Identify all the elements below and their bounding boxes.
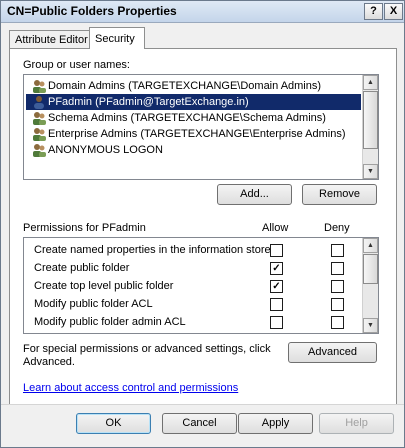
deny-checkbox[interactable] [331,244,344,257]
window-title: CN=Public Folders Properties [7,4,177,18]
advanced-hint-line2: Advanced. [23,356,75,368]
permissions-list[interactable]: Create named properties in the informati… [23,237,379,334]
list-item-selected[interactable]: PFadmin (PFadmin@TargetExchange.in) [26,94,361,110]
scroll-thumb[interactable] [363,91,378,149]
footer-divider [1,404,404,405]
help-title-button[interactable]: ? [364,3,383,20]
group-icon [33,144,46,157]
group-icon [33,128,46,141]
group-list-scrollbar[interactable]: ▲ ▼ [362,75,378,179]
list-item[interactable]: Domain Admins (TARGETEXCHANGE\Domain Adm… [26,78,361,94]
remove-button[interactable]: Remove [302,184,377,205]
tab-attribute-editor[interactable]: Attribute Editor [9,30,97,49]
learn-access-control-link[interactable]: Learn about access control and permissio… [23,382,238,394]
scroll-thumb[interactable] [363,254,378,284]
allow-checkbox[interactable] [270,316,283,329]
allow-header: Allow [262,222,289,234]
list-item[interactable]: Enterprise Admins (TARGETEXCHANGE\Enterp… [26,126,361,142]
permissions-scrollbar[interactable]: ▲ ▼ [362,238,378,333]
list-item[interactable]: ANONYMOUS LOGON [26,142,361,158]
deny-checkbox[interactable] [331,298,344,311]
allow-checkbox[interactable]: ✓ [270,262,283,275]
scroll-down-icon[interactable]: ▼ [363,318,378,333]
deny-checkbox[interactable] [331,262,344,275]
advanced-hint-line1: For special permissions or advanced sett… [23,343,271,355]
permission-label: Create top level public folder [34,280,174,292]
allow-checkbox[interactable] [270,298,283,311]
list-item-label: Schema Admins (TARGETEXCHANGE\Schema Adm… [48,112,326,124]
help-button[interactable]: Help [319,413,394,434]
list-item-label: Enterprise Admins (TARGETEXCHANGE\Enterp… [48,128,346,140]
advanced-button[interactable]: Advanced [288,342,377,363]
tab-security[interactable]: Security [89,27,145,49]
close-title-button[interactable]: X [384,3,403,20]
user-icon [34,96,44,109]
permission-label: Create named properties in the informati… [34,244,271,256]
list-item-label: PFadmin (PFadmin@TargetExchange.in) [48,96,249,108]
scroll-up-icon[interactable]: ▲ [363,75,378,90]
allow-checkbox[interactable]: ✓ [270,280,283,293]
permission-label: Modify public folder admin ACL [34,316,186,328]
deny-header: Deny [324,222,350,234]
check-icon: ✓ [272,281,281,292]
list-item-label: Domain Admins (TARGETEXCHANGE\Domain Adm… [48,80,322,92]
scroll-down-icon[interactable]: ▼ [363,164,378,179]
check-icon: ✓ [272,263,281,274]
allow-checkbox[interactable] [270,244,283,257]
deny-checkbox[interactable] [331,316,344,329]
group-users-label: Group or user names: [23,59,130,71]
list-item[interactable]: Schema Admins (TARGETEXCHANGE\Schema Adm… [26,110,361,126]
group-user-list[interactable]: Domain Admins (TARGETEXCHANGE\Domain Adm… [23,74,379,180]
permission-label: Modify public folder ACL [34,298,153,310]
apply-button[interactable]: Apply [238,413,313,434]
title-bar[interactable]: CN=Public Folders Properties ? X [1,1,404,23]
properties-dialog: CN=Public Folders Properties ? X Attribu… [0,0,405,448]
scroll-up-icon[interactable]: ▲ [363,238,378,253]
permission-label: Create public folder [34,262,130,274]
deny-checkbox[interactable] [331,280,344,293]
group-icon [33,112,46,125]
group-icon [33,80,46,93]
add-button[interactable]: Add... [217,184,292,205]
list-item-label: ANONYMOUS LOGON [48,144,163,156]
cancel-button[interactable]: Cancel [162,413,237,434]
ok-button[interactable]: OK [76,413,151,434]
security-panel: Group or user names: Domain Admins (TARG… [9,48,397,405]
permissions-label: Permissions for PFadmin [23,222,146,234]
